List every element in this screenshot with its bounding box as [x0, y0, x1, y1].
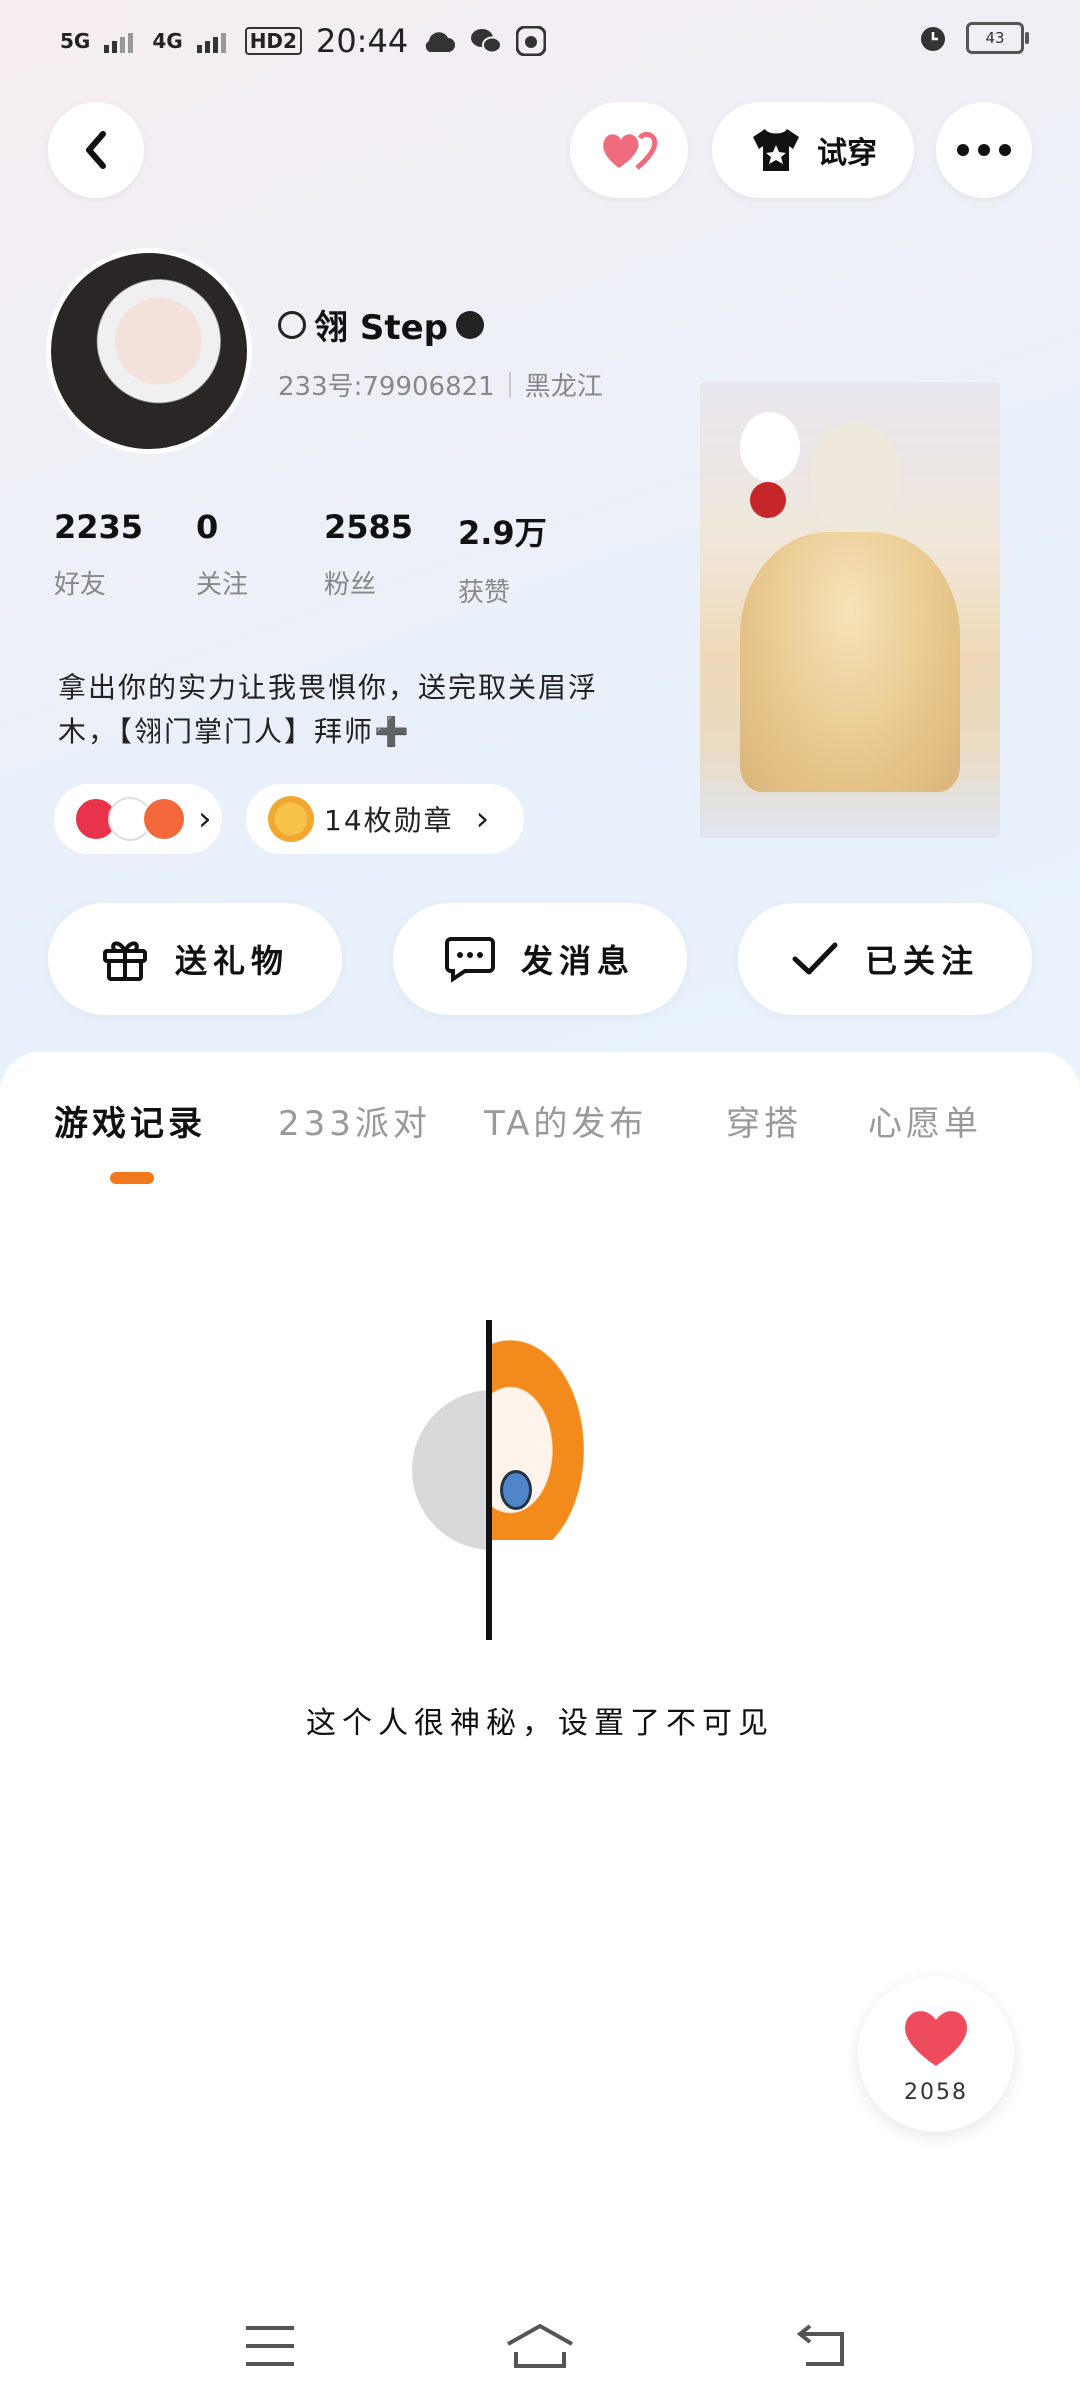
- tab-ta-posts[interactable]: TA的发布: [484, 1096, 647, 1145]
- medal-icon: [268, 796, 314, 842]
- home-icon[interactable]: [504, 2322, 576, 2370]
- like-profile-button[interactable]: [570, 102, 688, 198]
- tab-wishlist[interactable]: 心愿单: [868, 1096, 982, 1145]
- signal-icon: [196, 33, 226, 53]
- stat-label: 关注: [196, 570, 249, 600]
- status-bar: 5G 4G HD2 20:44 43: [0, 0, 1080, 84]
- chevron-right-icon: ›: [475, 799, 490, 839]
- gift-icon: [102, 941, 147, 981]
- profile-name: 翎 Step: [278, 300, 484, 349]
- bio-line: 拿出你的实力让我畏惧你，送完取关眉浮: [58, 671, 599, 704]
- double-heart-icon: [603, 131, 658, 170]
- red-apple: [750, 482, 786, 518]
- try-on-button[interactable]: 试穿: [712, 102, 914, 198]
- clock: 20:44: [315, 22, 409, 60]
- send-gift-button[interactable]: 送礼物: [48, 903, 342, 1015]
- stat-value: 2585: [324, 508, 414, 546]
- badges-chip[interactable]: 14枚勋章 ›: [246, 784, 524, 854]
- profile-id-line: 233号:79906821 黑龙江: [278, 366, 603, 403]
- id-separator: [508, 371, 511, 398]
- more-button[interactable]: [936, 102, 1032, 198]
- character-eye: [500, 1470, 532, 1510]
- signal-icon: [104, 33, 134, 53]
- hidden-character-illustration: [412, 1320, 592, 1640]
- followed-button[interactable]: 已关注: [738, 903, 1032, 1015]
- wechat-icon: [471, 29, 503, 54]
- black-dot-icon: [455, 310, 484, 339]
- app-icon-orange: [142, 797, 186, 841]
- ring-icon: [278, 310, 306, 339]
- tshirt-icon: [753, 129, 799, 171]
- bio: 拿出你的实力让我畏惧你，送完取关眉浮 木，【翎门掌门人】拜师➕: [58, 666, 658, 754]
- stat-friends[interactable]: 2235 好友: [54, 508, 143, 601]
- weather-cloud-icon: [426, 32, 456, 52]
- system-nav-bar: [0, 2300, 1080, 2408]
- back-button[interactable]: [48, 102, 144, 198]
- tab-game-records[interactable]: 游戏记录: [54, 1096, 206, 1145]
- like-floating-button[interactable]: 2058: [858, 1976, 1014, 2132]
- try-on-label: 试穿: [817, 136, 877, 171]
- social-accounts-chip[interactable]: ›: [54, 784, 222, 854]
- network-5g-label: 5G: [60, 29, 91, 53]
- send-gift-label: 送礼物: [174, 942, 289, 980]
- stat-fans[interactable]: 2585 粉丝: [324, 508, 413, 601]
- badge-count: 14枚勋章: [324, 804, 454, 837]
- battery-level: 43: [985, 29, 1005, 47]
- back-nav-icon[interactable]: [796, 2322, 848, 2368]
- send-message-label: 发消息: [520, 942, 635, 980]
- like-count: 2058: [904, 2080, 968, 2105]
- menu-icon[interactable]: [244, 2324, 296, 2368]
- app-notification-icon: [516, 26, 547, 56]
- active-tab-indicator: [110, 1172, 154, 1184]
- hd-badge: HD2: [244, 27, 302, 55]
- user-id[interactable]: 233号:79906821: [278, 366, 495, 403]
- stat-likes[interactable]: 2.9万 获赞: [458, 508, 547, 609]
- tab-233-party[interactable]: 233派对: [278, 1096, 431, 1145]
- outfit-head: [810, 422, 900, 532]
- bio-line: 木，【翎门掌门人】拜师➕: [58, 715, 411, 748]
- bunny-doll: [740, 412, 800, 482]
- wall-line: [486, 1320, 492, 1640]
- peeking-character: [492, 1340, 584, 1540]
- message-icon: [444, 937, 495, 983]
- avatar-outfit-image[interactable]: [700, 382, 1000, 838]
- stat-value: 2235: [54, 508, 144, 546]
- profile-name-text: 翎 Step: [314, 308, 448, 348]
- check-icon: [792, 942, 838, 975]
- chevron-right-icon: ›: [198, 799, 212, 839]
- outfit-dress: [740, 532, 960, 792]
- location: 黑龙江: [524, 372, 603, 402]
- empty-state-text: 这个人很神秘，设置了不可见: [306, 1706, 774, 1741]
- stat-value: 0: [196, 508, 219, 546]
- battery-indicator: 43: [966, 22, 1029, 54]
- heart-icon: [905, 2011, 967, 2066]
- more-dots-icon: [957, 144, 1011, 156]
- send-message-button[interactable]: 发消息: [393, 903, 687, 1015]
- followed-label: 已关注: [864, 942, 979, 980]
- alarm-icon: [921, 27, 945, 51]
- stat-label: 粉丝: [324, 570, 377, 600]
- stat-value: 2.9万: [458, 514, 547, 552]
- stat-label: 获赞: [458, 578, 511, 608]
- stat-following[interactable]: 0 关注: [196, 508, 248, 601]
- stat-label: 好友: [54, 570, 107, 600]
- chevron-left-icon: [86, 131, 106, 169]
- tab-outfits[interactable]: 穿搭: [726, 1096, 802, 1145]
- network-4g-label: 4G: [152, 29, 183, 53]
- avatar[interactable]: [46, 248, 252, 454]
